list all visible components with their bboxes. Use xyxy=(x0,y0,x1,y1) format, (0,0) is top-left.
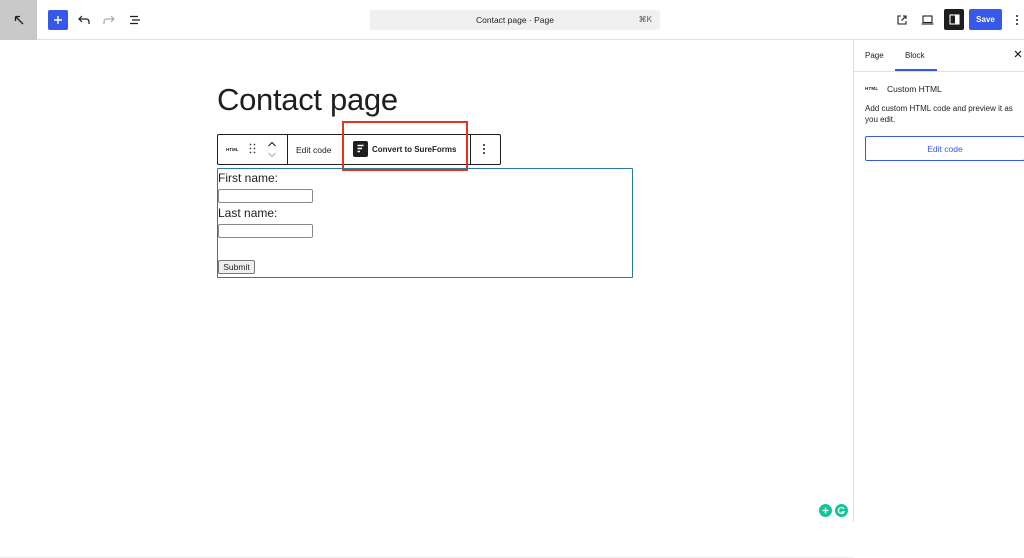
convert-label: Convert to SureForms xyxy=(372,144,457,154)
toolbar-divider xyxy=(287,135,288,164)
last-name-input[interactable] xyxy=(218,224,313,238)
external-link-icon xyxy=(897,15,907,25)
add-block-button[interactable] xyxy=(48,10,68,30)
settings-toggle-button[interactable] xyxy=(944,9,964,30)
grammarly-add-icon[interactable] xyxy=(819,504,832,517)
back-button[interactable] xyxy=(0,0,37,40)
document-overview-button[interactable] xyxy=(127,10,143,30)
sidebar-icon xyxy=(948,14,960,25)
chevron-down-icon[interactable] xyxy=(267,151,277,159)
options-button[interactable] xyxy=(1011,10,1023,30)
list-view-icon xyxy=(130,15,140,25)
plus-icon xyxy=(54,16,62,24)
active-tab-indicator xyxy=(895,69,937,71)
block-mover xyxy=(267,139,277,161)
redo-icon xyxy=(103,15,115,24)
view-page-button[interactable] xyxy=(894,10,910,30)
document-title: Contact page · Page xyxy=(476,15,554,25)
block-toolbar: HTML Edit code Convert to SureForms xyxy=(217,134,501,165)
preview-button[interactable] xyxy=(919,10,935,30)
settings-sidebar: Page Block HTML Custom HTML Add custom H… xyxy=(853,40,1024,522)
submit-button[interactable]: Submit xyxy=(218,260,255,274)
sidebar-tabs: Page Block xyxy=(854,40,1024,72)
block-type-badge: HTML xyxy=(865,86,879,91)
block-options-button[interactable] xyxy=(482,143,486,158)
page-title[interactable]: Contact page xyxy=(217,82,398,118)
close-icon xyxy=(1014,50,1022,58)
toolbar-divider xyxy=(342,135,343,164)
chevron-up-icon[interactable] xyxy=(267,140,277,148)
more-vertical-icon xyxy=(1016,15,1018,25)
undo-icon xyxy=(78,15,90,24)
floating-extension-icons xyxy=(819,504,848,517)
editor-header: Contact page · Page ⌘K Save xyxy=(0,0,1024,40)
arrow-up-left-icon xyxy=(14,15,23,25)
block-description: Add custom HTML code and preview it as y… xyxy=(865,104,1013,124)
edit-code-button[interactable]: Edit code xyxy=(296,145,331,155)
laptop-icon xyxy=(921,15,933,25)
first-name-input[interactable] xyxy=(218,189,313,203)
sureforms-logo-icon xyxy=(353,141,368,157)
close-sidebar-button[interactable] xyxy=(1014,49,1022,61)
undo-button[interactable] xyxy=(76,10,92,30)
block-title: Custom HTML xyxy=(887,84,942,94)
editor-canvas: Contact page HTML Edit code Convert to S… xyxy=(0,41,853,558)
convert-to-sureforms-button[interactable]: Convert to SureForms xyxy=(353,141,456,157)
tab-page[interactable]: Page xyxy=(865,51,884,60)
grammarly-icon[interactable] xyxy=(835,504,848,517)
block-type-badge[interactable]: HTML xyxy=(226,147,239,152)
edit-code-button[interactable]: Edit code xyxy=(865,136,1024,161)
save-button[interactable]: Save xyxy=(969,9,1002,30)
redo-button[interactable] xyxy=(101,10,117,30)
more-vertical-icon xyxy=(483,144,485,154)
drag-handle-icon[interactable] xyxy=(249,143,256,157)
shortcut-hint: ⌘K xyxy=(638,15,652,24)
custom-html-block[interactable]: First name: Last name: Submit xyxy=(217,168,633,278)
first-name-label: First name: xyxy=(218,171,279,185)
toolbar-divider xyxy=(470,135,471,164)
tab-block[interactable]: Block xyxy=(905,51,925,60)
last-name-label: Last name: xyxy=(218,206,278,220)
command-palette-bar[interactable]: Contact page · Page ⌘K xyxy=(370,10,660,30)
